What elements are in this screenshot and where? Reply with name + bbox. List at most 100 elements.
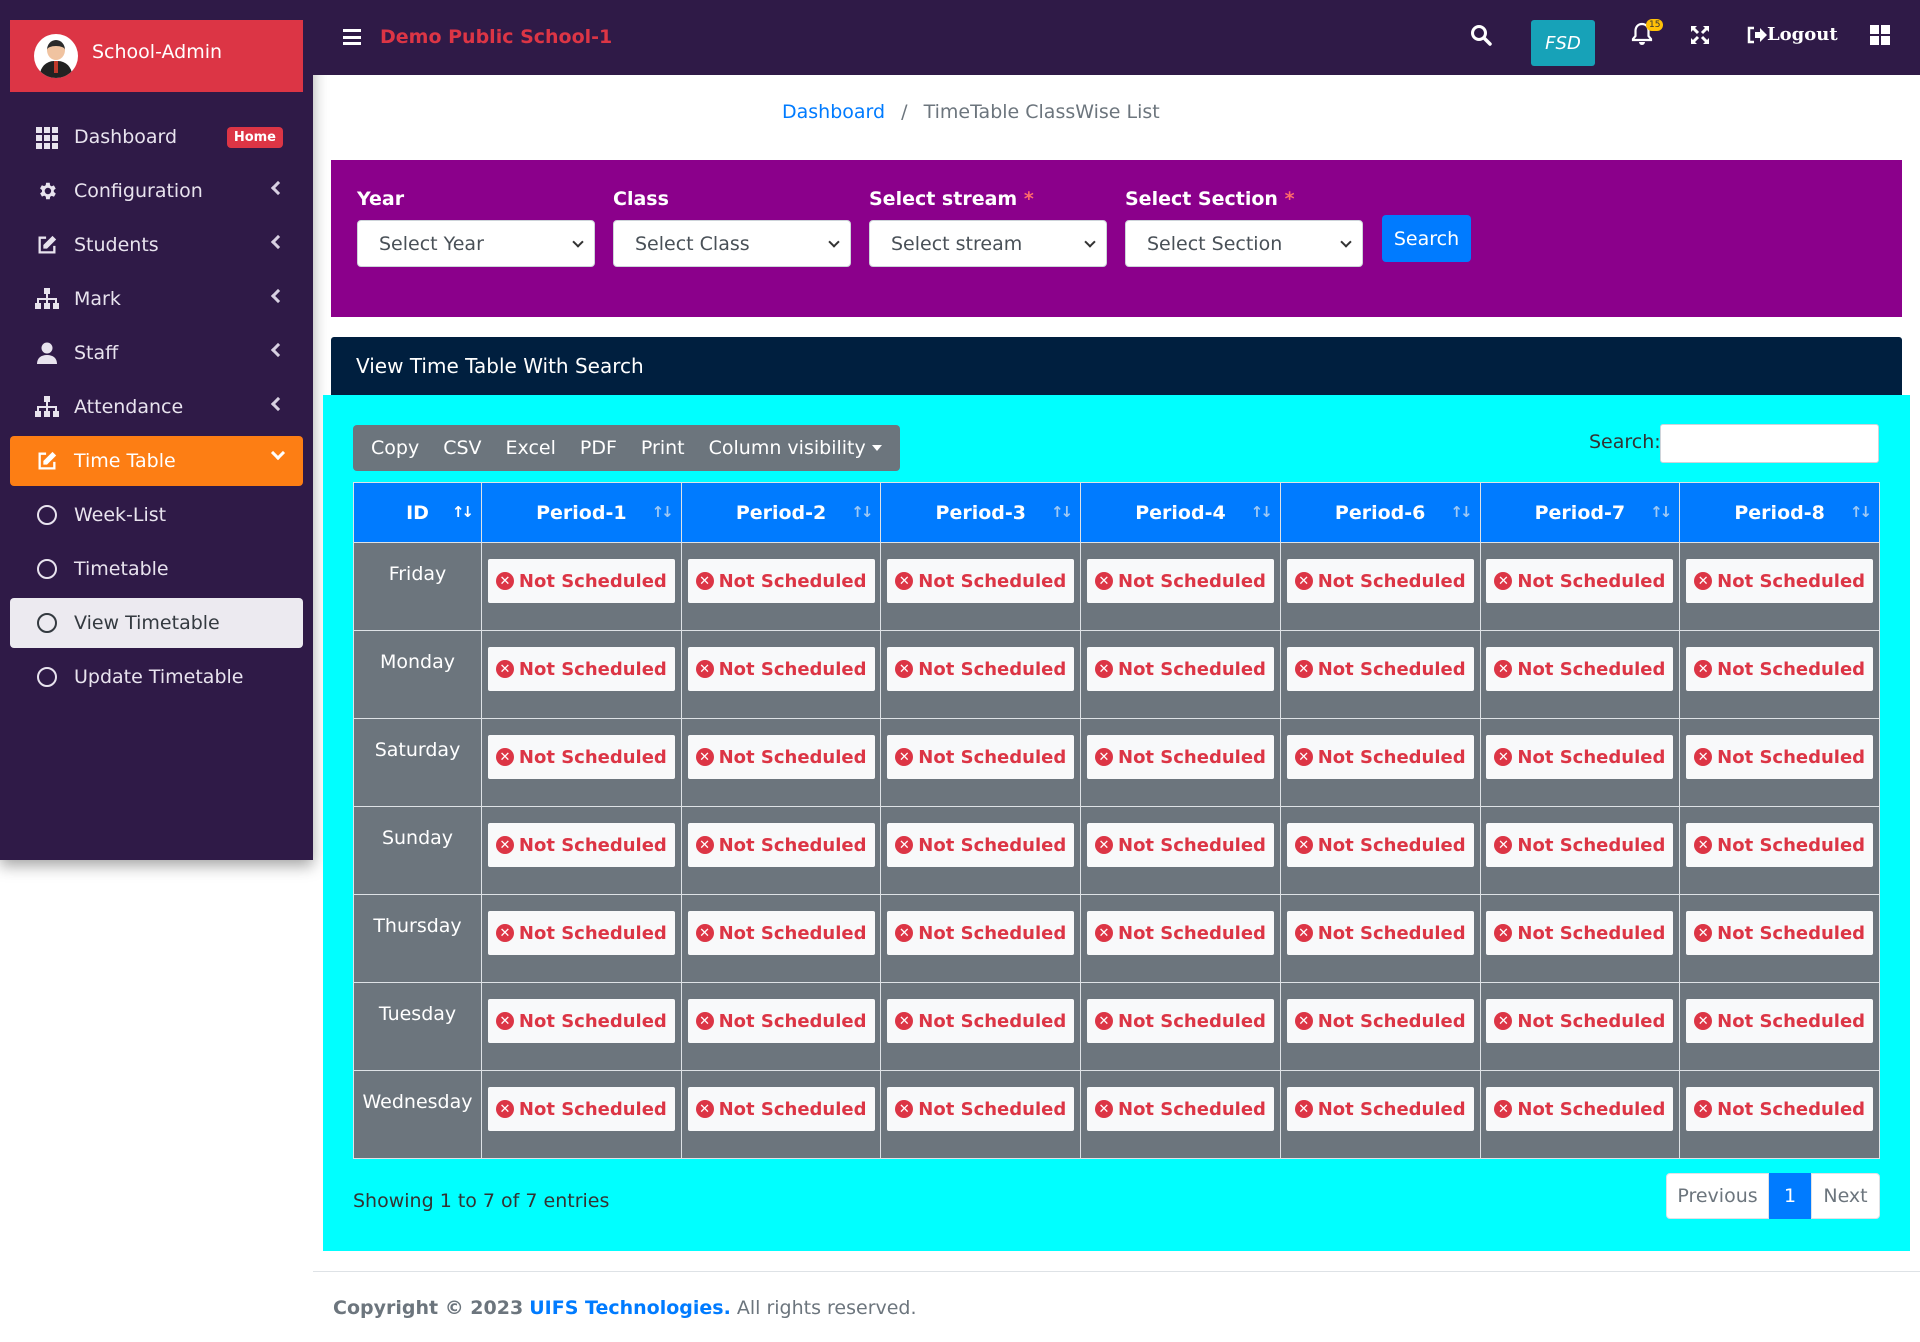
period-cell: ✕ Not Scheduled (1679, 630, 1880, 719)
period-cell: ✕ Not Scheduled (1679, 894, 1880, 983)
pdf-button[interactable]: PDF (568, 437, 629, 459)
not-scheduled-badge: ✕ Not Scheduled (687, 999, 875, 1043)
column-header-period[interactable]: Period-4 ↑↓ (1080, 482, 1281, 543)
times-circle-icon: ✕ (1095, 836, 1113, 854)
not-scheduled-text: Not Scheduled (1118, 1098, 1266, 1120)
times-circle-icon: ✕ (1294, 924, 1313, 942)
times-circle-icon: ✕ (1095, 572, 1113, 590)
column-header-id[interactable]: ID ↑↓ (353, 482, 482, 543)
required-mark: * (1284, 188, 1295, 210)
period-cell: ✕ Not Scheduled (680, 894, 882, 983)
sidebar-item-students[interactable]: Students (10, 220, 303, 270)
circle-icon (34, 502, 60, 528)
column-visibility-button[interactable]: Column visibility (697, 437, 894, 459)
fullscreen-icon[interactable] (1689, 24, 1711, 46)
not-scheduled-text: Not Scheduled (718, 658, 867, 680)
not-scheduled-text: Not Scheduled (718, 1010, 867, 1032)
period-cell: ✕ Not Scheduled (1679, 542, 1880, 631)
not-scheduled-badge: ✕ Not Scheduled (1686, 647, 1874, 691)
sidebar-item-mark[interactable]: Mark (10, 274, 303, 324)
column-header-period[interactable]: Period-1 ↑↓ (481, 482, 682, 543)
period-cell: ✕ Not Scheduled (1080, 1070, 1281, 1159)
excel-button[interactable]: Excel (494, 437, 568, 459)
logout-button[interactable]: Logout (1747, 24, 1838, 45)
times-circle-icon: ✕ (1095, 660, 1113, 678)
sidebar-item-time-table[interactable]: Time Table (10, 436, 303, 486)
sidebar-subitem-view-timetable[interactable]: View Timetable (10, 598, 303, 648)
period-cell: ✕ Not Scheduled (1479, 542, 1681, 631)
fsd-button[interactable]: FSD (1531, 20, 1595, 66)
sidebar-item-configuration[interactable]: Configuration (10, 166, 303, 216)
apps-grid-icon[interactable] (1870, 25, 1890, 45)
period-cell: ✕ Not Scheduled (1679, 1070, 1880, 1159)
chevron-down-icon (1084, 236, 1096, 248)
not-scheduled-badge: ✕ Not Scheduled (1286, 911, 1474, 955)
sidebar-item-attendance[interactable]: Attendance (10, 382, 303, 432)
column-header-period[interactable]: Period-6 ↑↓ (1279, 482, 1481, 543)
not-scheduled-badge: ✕ Not Scheduled (887, 999, 1075, 1043)
column-header-period[interactable]: Period-3 ↑↓ (880, 482, 1082, 543)
not-scheduled-text: Not Scheduled (1118, 746, 1266, 768)
search-button[interactable]: Search (1382, 215, 1471, 262)
not-scheduled-badge: ✕ Not Scheduled (1686, 823, 1874, 867)
period-cell: ✕ Not Scheduled (680, 982, 882, 1071)
times-circle-icon: ✕ (695, 748, 714, 766)
not-scheduled-badge: ✕ Not Scheduled (1087, 999, 1274, 1043)
not-scheduled-text: Not Scheduled (1118, 922, 1266, 944)
sidebar-item-staff[interactable]: Staff (10, 328, 303, 378)
column-header-period[interactable]: Period-7 ↑↓ (1479, 482, 1681, 543)
period-cell: ✕ Not Scheduled (1080, 982, 1281, 1071)
sidebar-subitem-timetable[interactable]: Timetable (10, 544, 303, 594)
chevron-left-icon (270, 180, 286, 196)
not-scheduled-badge: ✕ Not Scheduled (487, 999, 675, 1043)
next-page-button[interactable]: Next (1811, 1173, 1880, 1219)
previous-page-button[interactable]: Previous (1666, 1173, 1769, 1219)
not-scheduled-badge: ✕ Not Scheduled (887, 823, 1075, 867)
sidebar-subitem-week-list[interactable]: Week-List (10, 490, 303, 540)
not-scheduled-badge: ✕ Not Scheduled (687, 735, 875, 779)
school-name[interactable]: Demo Public School-1 (380, 26, 612, 48)
times-circle-icon: ✕ (1494, 924, 1513, 942)
sidebar-item-label: Attendance (74, 396, 184, 418)
not-scheduled-text: Not Scheduled (1317, 746, 1466, 768)
chevron-down-icon (572, 236, 584, 248)
not-scheduled-badge: ✕ Not Scheduled (887, 559, 1075, 603)
times-circle-icon: ✕ (1494, 1012, 1513, 1030)
company-link[interactable]: UIFS Technologies. (529, 1297, 731, 1319)
times-circle-icon: ✕ (1095, 1012, 1113, 1030)
page-1-button[interactable]: 1 (1769, 1173, 1811, 1219)
sitemap-icon (34, 394, 60, 420)
stream-select[interactable]: Select stream (869, 220, 1107, 267)
search-icon[interactable] (1470, 24, 1492, 46)
view-card-title: View Time Table With Search (331, 337, 1902, 395)
table-search-input[interactable] (1660, 424, 1879, 463)
column-header-period[interactable]: Period-8 ↑↓ (1679, 482, 1880, 543)
breadcrumb-dashboard-link[interactable]: Dashboard (782, 101, 885, 123)
period-cell: ✕ Not Scheduled (880, 630, 1082, 719)
copy-button[interactable]: Copy (359, 437, 431, 459)
print-button[interactable]: Print (629, 437, 697, 459)
sidebar-item-label: Configuration (74, 180, 203, 202)
not-scheduled-text: Not Scheduled (518, 1098, 667, 1120)
sidebar-subitem-update-timetable[interactable]: Update Timetable (10, 652, 303, 702)
entries-info: Showing 1 to 7 of 7 entries (353, 1190, 610, 1212)
sort-icon: ↑↓ (851, 503, 873, 521)
class-select[interactable]: Select Class (613, 220, 851, 267)
brand-link[interactable]: School-Admin (10, 20, 303, 92)
times-circle-icon: ✕ (495, 660, 514, 678)
not-scheduled-text: Not Scheduled (718, 922, 867, 944)
sidebar-item-dashboard[interactable]: Dashboard Home (10, 112, 303, 162)
hamburger-menu-icon[interactable] (343, 29, 361, 45)
csv-button[interactable]: CSV (431, 437, 493, 459)
period-cell: ✕ Not Scheduled (1080, 718, 1281, 807)
day-cell: Sunday (353, 806, 482, 895)
year-select[interactable]: Select Year (357, 220, 595, 267)
times-circle-icon: ✕ (1294, 836, 1313, 854)
not-scheduled-badge: ✕ Not Scheduled (1286, 1087, 1474, 1131)
not-scheduled-badge: ✕ Not Scheduled (887, 647, 1075, 691)
chevron-down-icon (270, 445, 286, 461)
column-header-period[interactable]: Period-2 ↑↓ (680, 482, 882, 543)
period-cell: ✕ Not Scheduled (481, 718, 682, 807)
section-select[interactable]: Select Section (1125, 220, 1363, 267)
sidebar-nav: Dashboard Home Configuration Students Ma… (0, 112, 313, 706)
